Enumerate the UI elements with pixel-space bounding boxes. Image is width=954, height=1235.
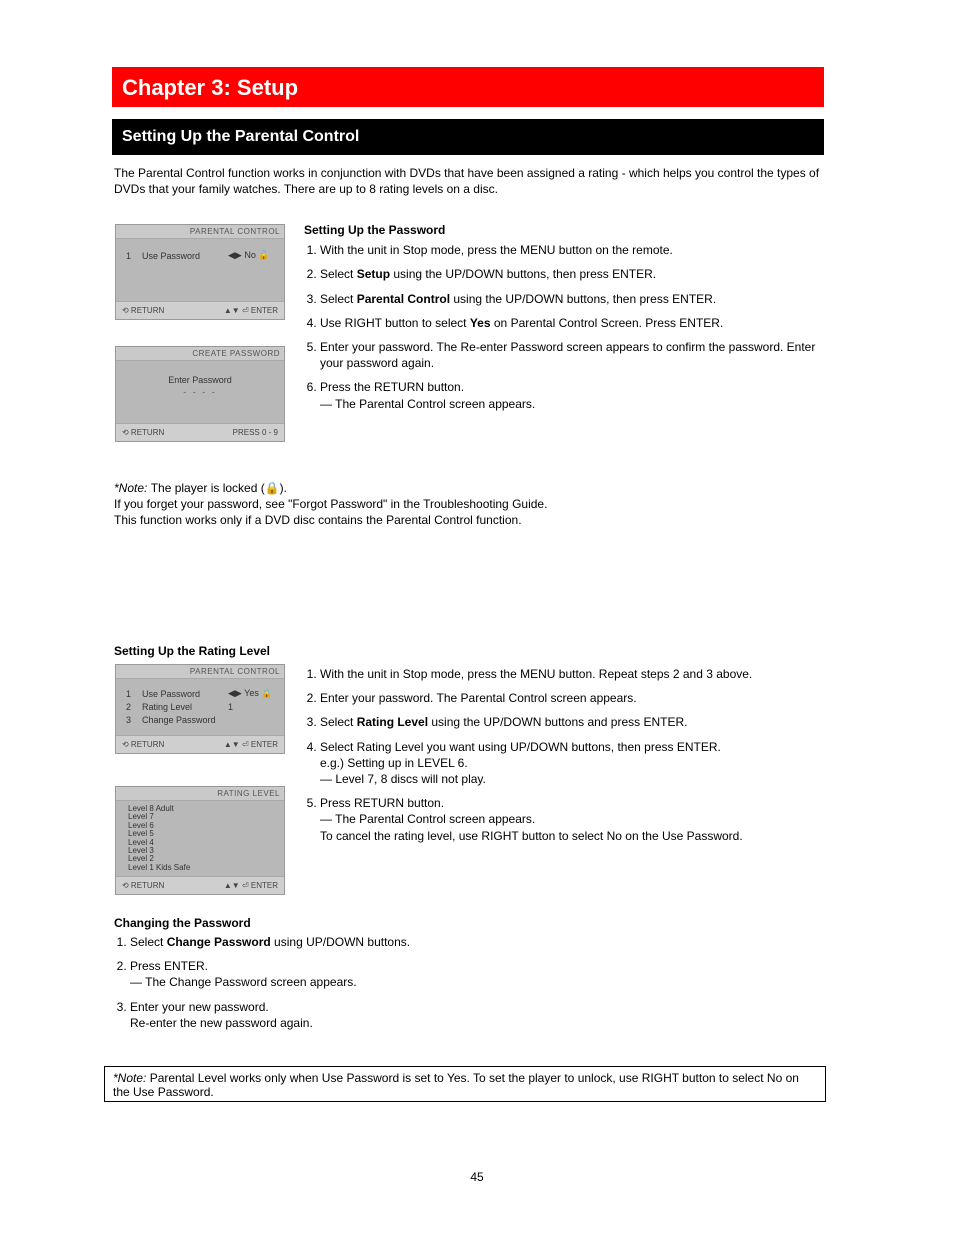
step: Select Rating Level using the UP/DOWN bu… — [320, 714, 824, 730]
footer-right: PRESS 0 - 9 — [233, 428, 278, 437]
step: Press ENTER. — The Change Password scree… — [130, 958, 820, 990]
step: With the unit in Stop mode, press the ME… — [320, 242, 824, 258]
osd-rating-level: RATING LEVEL Level 8 Adult Level 7 Level… — [115, 786, 285, 895]
note-paragraph: *Note: The player is locked (🔒). If you … — [114, 480, 820, 577]
subheading-password: Setting Up the Password — [304, 222, 824, 238]
chapter-header: Chapter 3: Setup — [112, 67, 824, 107]
step: Enter your password. The Parental Contro… — [320, 690, 824, 706]
rating-item: Level 1 Kids Safe — [128, 864, 272, 872]
step: Press RETURN button. — The Parental Cont… — [320, 795, 824, 844]
step: With the unit in Stop mode, press the ME… — [320, 666, 824, 682]
osd-row: 1 Use Password ◀▶ No 🔓 — [126, 250, 274, 261]
footer-left: ⟲ RETURN — [122, 306, 164, 315]
row-num: 1 — [126, 251, 136, 261]
setup-password-block: Setting Up the Password With the unit in… — [304, 222, 824, 420]
footer-right: ▲▼ ⏎ ENTER — [224, 306, 278, 315]
footer-left: ⟲ RETURN — [122, 881, 164, 890]
lead-paragraph: The Parental Control function works in c… — [114, 165, 820, 197]
osd-parental-control-no: PARENTAL CONTROL 1 Use Password ◀▶ No 🔓 … — [115, 224, 285, 320]
step: Select Parental Control using the UP/DOW… — [320, 291, 824, 307]
password-dashes: - - - - — [126, 387, 274, 397]
page-number: 45 — [0, 1170, 954, 1184]
osd-title: PARENTAL CONTROL — [116, 665, 284, 679]
rating-level-block: With the unit in Stop mode, press the ME… — [304, 666, 824, 852]
chapter-title: Chapter 3: Setup — [112, 67, 824, 109]
subheading-change-password: Changing the Password — [114, 916, 251, 930]
row-label: Use Password — [142, 251, 222, 261]
note-box: *Note: Parental Level works only when Us… — [104, 1066, 826, 1102]
osd-title: CREATE PASSWORD — [116, 347, 284, 361]
enter-password-label: Enter Password — [126, 375, 274, 385]
osd-title: RATING LEVEL — [116, 787, 284, 801]
change-password-block: Select Change Password using UP/DOWN but… — [114, 934, 820, 1039]
step: Select Rating Level you want using UP/DO… — [320, 739, 824, 788]
step: Select Setup using the UP/DOWN buttons, … — [320, 266, 824, 282]
step: Select Change Password using UP/DOWN but… — [130, 934, 820, 950]
footer-left: ⟲ RETURN — [122, 740, 164, 749]
footer-right: ▲▼ ⏎ ENTER — [224, 881, 278, 890]
row-value: ◀▶ No 🔓 — [228, 250, 274, 261]
osd-title: PARENTAL CONTROL — [116, 225, 284, 239]
step: Press the RETURN button. — The Parental … — [320, 379, 824, 411]
step: Use RIGHT button to select Yes on Parent… — [320, 315, 824, 331]
step: Enter your password. The Re-enter Passwo… — [320, 339, 824, 371]
section-header: Setting Up the Parental Control — [112, 119, 824, 155]
footer-right: ▲▼ ⏎ ENTER — [224, 740, 278, 749]
osd-parental-control-yes: PARENTAL CONTROL 1Use Password◀▶ Yes 🔒 2… — [115, 664, 285, 754]
footer-left: ⟲ RETURN — [122, 428, 164, 437]
subheading-rating-level: Setting Up the Rating Level — [114, 644, 270, 658]
osd-create-password: CREATE PASSWORD Enter Password - - - - ⟲… — [115, 346, 285, 442]
step: Enter your new password. Re-enter the ne… — [130, 999, 820, 1031]
section-title: Setting Up the Parental Control — [112, 119, 824, 155]
